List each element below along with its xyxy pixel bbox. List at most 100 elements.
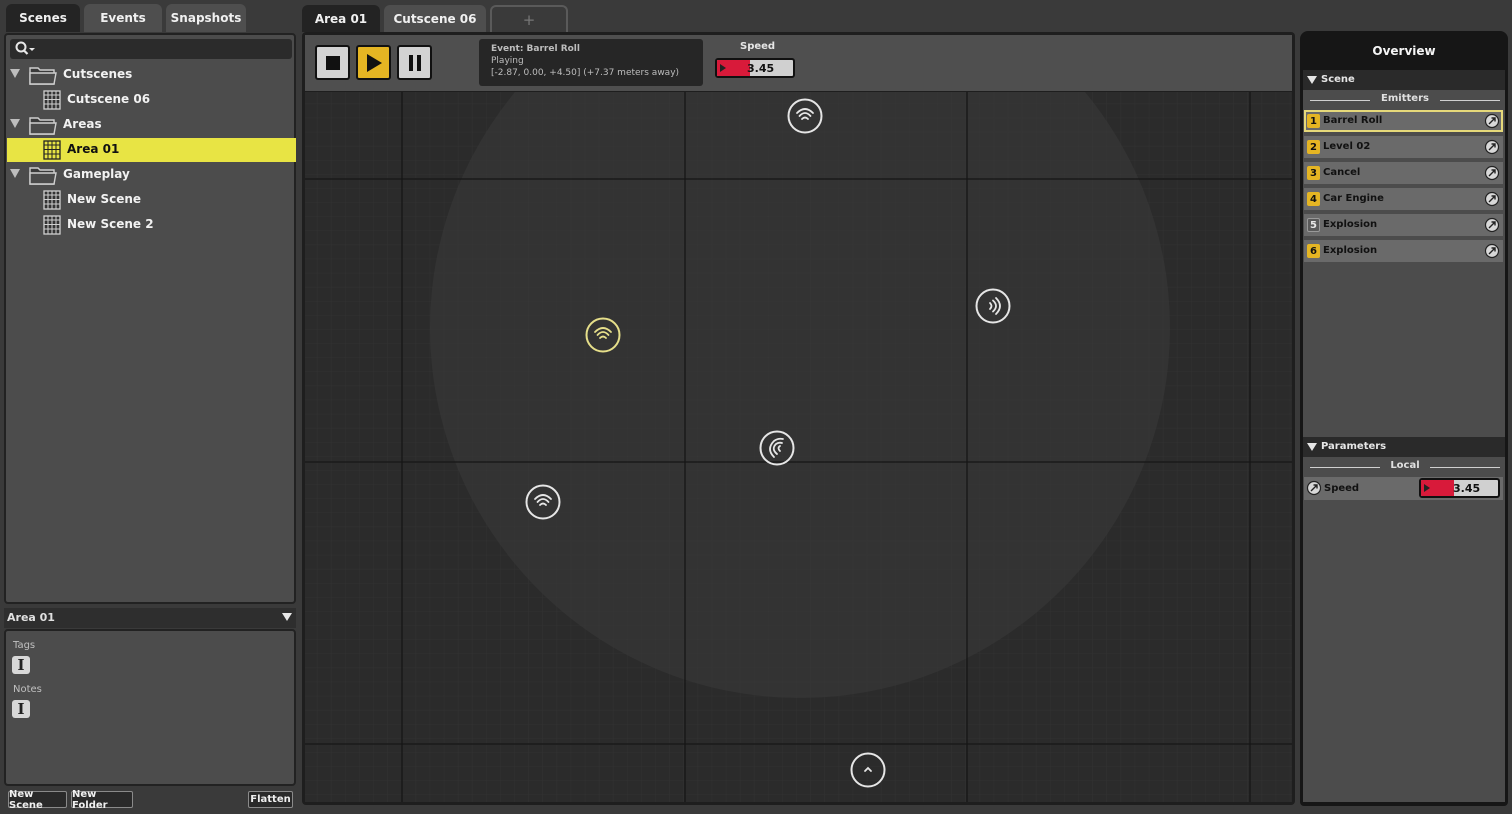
- parameter-speed-value: 3.45: [1453, 482, 1481, 495]
- stop-icon: [325, 55, 340, 70]
- play-icon: [366, 53, 382, 72]
- divider: [1310, 100, 1370, 101]
- scene-section-header[interactable]: Scene: [1303, 70, 1505, 90]
- dropdown-arrow-icon[interactable]: [282, 613, 292, 621]
- tab-snapshots-label: Snapshots: [170, 11, 242, 25]
- pointer-arrow-icon: [720, 64, 726, 72]
- tab-area-01-label: Area 01: [314, 11, 368, 26]
- divider: [1310, 467, 1380, 468]
- listener-icon[interactable]: [850, 752, 886, 788]
- local-subheader: Local: [1310, 460, 1500, 474]
- emitter-number: 5: [1307, 218, 1320, 232]
- emitter-row-2[interactable]: 2 Level 02: [1304, 136, 1503, 158]
- tab-scenes-label: Scenes: [19, 11, 67, 25]
- emitter-center-icon[interactable]: [759, 430, 795, 466]
- viewport-grid: [305, 92, 1292, 802]
- tree-item-label: New Scene 2: [67, 217, 154, 231]
- locate-emitter-icon[interactable]: [1484, 217, 1500, 233]
- folder-icon: [29, 167, 57, 185]
- emitter-row-6[interactable]: 6 Explosion: [1304, 240, 1503, 262]
- scene-tree-panel: Cutscenes Cutscene 06 Areas Area 01 Game…: [4, 33, 296, 604]
- emitter-row-3[interactable]: 3 Cancel: [1304, 162, 1503, 184]
- emitters-label: Emitters: [1375, 93, 1435, 104]
- scene-viewport[interactable]: [305, 92, 1292, 802]
- emitter-row-5[interactable]: 5 Explosion: [1304, 214, 1503, 236]
- emitters-subheader: Emitters: [1310, 93, 1500, 107]
- emitter-row-4[interactable]: 4 Car Engine: [1304, 188, 1503, 210]
- emitter-name: Level 02: [1323, 141, 1371, 152]
- parameters-section-header[interactable]: Parameters: [1303, 437, 1505, 457]
- add-tab-button[interactable]: +: [490, 5, 568, 32]
- emitter-right-icon[interactable]: [975, 288, 1011, 324]
- collapse-arrow-icon[interactable]: [1307, 443, 1317, 451]
- collapse-arrow-icon[interactable]: [10, 119, 20, 128]
- emitter-number: 2: [1307, 140, 1320, 154]
- tab-events[interactable]: Events: [84, 4, 162, 32]
- tree-folder-areas[interactable]: Areas: [6, 113, 296, 137]
- tab-cutscene-06-label: Cutscene 06: [393, 11, 477, 26]
- tree-item-label: Gameplay: [63, 167, 130, 181]
- locate-emitter-icon[interactable]: [1484, 243, 1500, 259]
- tab-cutscene-06[interactable]: Cutscene 06: [384, 5, 486, 32]
- emitter-name: Car Engine: [1323, 193, 1384, 204]
- stop-button[interactable]: [315, 45, 350, 80]
- tab-area-01[interactable]: Area 01: [302, 5, 380, 32]
- tree-scene-new-scene[interactable]: New Scene: [6, 188, 296, 212]
- locate-emitter-icon[interactable]: [1484, 113, 1500, 129]
- scene-grid-icon: [43, 190, 61, 210]
- transport-toolbar: [305, 35, 1292, 91]
- event-position: [-2.87, 0.00, +4.50] (+7.37 meters away): [491, 68, 680, 78]
- tab-scenes[interactable]: Scenes: [6, 4, 80, 32]
- play-button[interactable]: [356, 45, 391, 80]
- notes-text-cursor-icon[interactable]: I: [12, 700, 30, 718]
- tags-label: Tags: [13, 640, 36, 651]
- tab-snapshots[interactable]: Snapshots: [166, 4, 246, 32]
- emitter-number: 1: [1307, 114, 1320, 128]
- search-input[interactable]: [10, 39, 292, 59]
- emitter-name: Barrel Roll: [1323, 115, 1383, 126]
- new-scene-button[interactable]: New Scene: [8, 789, 67, 811]
- pause-icon: [408, 54, 421, 71]
- pause-button[interactable]: [397, 45, 432, 80]
- tree-item-label: Cutscene 06: [67, 92, 151, 106]
- tree-item-label: Cutscenes: [63, 67, 133, 81]
- tree-scene-new-scene-2[interactable]: New Scene 2: [6, 213, 296, 237]
- left-tab-bar: Scenes Events Snapshots: [4, 4, 296, 32]
- collapse-arrow-icon[interactable]: [1307, 76, 1317, 84]
- tags-text-cursor-icon[interactable]: I: [12, 656, 30, 674]
- locate-emitter-icon[interactable]: [1484, 165, 1500, 181]
- emitter-number: 6: [1307, 244, 1320, 258]
- parameters-section-label: Parameters: [1321, 441, 1387, 452]
- emitter-lower-left-icon[interactable]: [525, 484, 561, 520]
- parameter-link-icon[interactable]: [1306, 480, 1322, 496]
- event-info-box: Event: Barrel Roll Playing [-2.87, 0.00,…: [479, 39, 703, 86]
- tree-folder-gameplay[interactable]: Gameplay: [6, 163, 296, 187]
- scene-grid-icon: [43, 90, 61, 110]
- folder-icon: [29, 67, 57, 85]
- emitter-number: 4: [1307, 192, 1320, 206]
- tree-item-label: Areas: [63, 117, 102, 131]
- tree-scene-cutscene-06[interactable]: Cutscene 06: [6, 88, 296, 112]
- speed-slider[interactable]: 3.45: [715, 58, 795, 78]
- properties-panel: Tags I Notes I: [4, 629, 296, 786]
- parameter-speed-slider[interactable]: 3.45: [1419, 478, 1500, 498]
- locate-emitter-icon[interactable]: [1484, 191, 1500, 207]
- tree-scene-area-01[interactable]: Area 01: [7, 138, 296, 162]
- scene-section-label: Scene: [1321, 74, 1355, 85]
- collapse-arrow-icon[interactable]: [10, 69, 20, 78]
- tree-folder-cutscenes[interactable]: Cutscenes: [6, 63, 296, 87]
- event-title: Event: Barrel Roll: [491, 44, 580, 54]
- new-folder-button[interactable]: New Folder: [71, 789, 133, 811]
- locate-emitter-icon[interactable]: [1484, 139, 1500, 155]
- emitter-name: Explosion: [1323, 245, 1378, 256]
- emitter-row-1[interactable]: 1 Barrel Roll: [1304, 110, 1503, 132]
- collapse-arrow-icon[interactable]: [10, 169, 20, 178]
- properties-header[interactable]: Area 01: [4, 608, 296, 628]
- search-icon: [15, 41, 35, 55]
- scene-grid-icon: [43, 140, 61, 160]
- properties-title: Area 01: [7, 611, 55, 624]
- emitter-barrel-roll-icon[interactable]: [585, 317, 621, 353]
- flatten-button[interactable]: Flatten: [248, 791, 293, 808]
- tree-item-label: Area 01: [67, 142, 120, 156]
- emitter-top-icon[interactable]: [787, 98, 823, 134]
